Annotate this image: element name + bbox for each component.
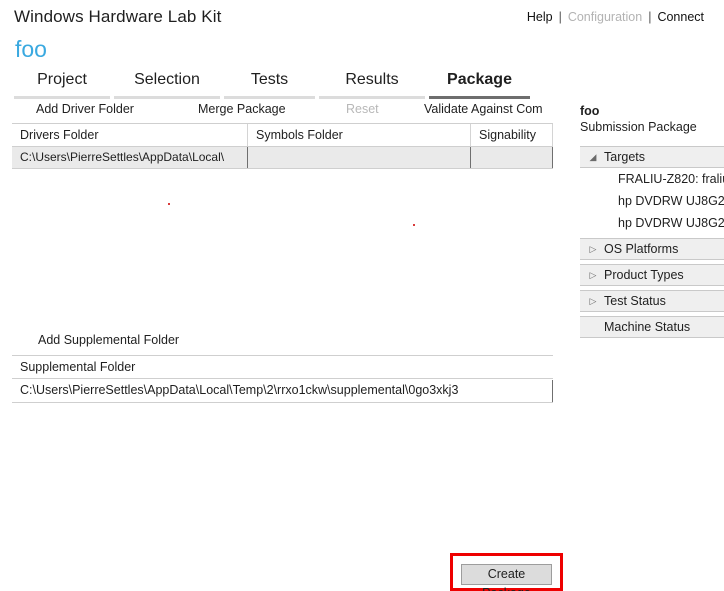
drivers-grid-header: Drivers Folder Symbols Folder Signabilit… bbox=[12, 123, 553, 147]
panel-subtitle: Submission Package bbox=[580, 120, 697, 134]
list-item[interactable]: hp DVDRW UJ8G2A bbox=[580, 190, 724, 212]
supplemental-grid-header: Supplemental Folder bbox=[12, 355, 553, 379]
chevron-right-icon: ▷ bbox=[589, 296, 597, 306]
package-command-bar: Add Driver Folder Merge Package Reset Va… bbox=[12, 100, 557, 120]
add-supplemental-folder-command[interactable]: Add Supplemental Folder bbox=[38, 333, 179, 347]
project-name-heading: foo bbox=[15, 36, 47, 62]
panel-section-machine-status-label: Machine Status bbox=[604, 320, 691, 334]
chevron-right-icon: ▷ bbox=[589, 270, 597, 280]
panel-section-os-platforms[interactable]: ▷ OS Platforms bbox=[580, 238, 724, 260]
annotation-dot-1 bbox=[168, 203, 170, 205]
annotation-dot-2 bbox=[413, 224, 415, 226]
cell-signability[interactable] bbox=[471, 147, 553, 168]
connect-link[interactable]: Connect bbox=[657, 10, 704, 24]
configuration-link: Configuration bbox=[567, 10, 643, 24]
validate-against-command[interactable]: Validate Against Com bbox=[424, 100, 543, 118]
create-package-highlight-box: Create Package bbox=[450, 553, 563, 591]
column-header-signability[interactable]: Signability bbox=[471, 124, 553, 146]
table-row[interactable]: C:\Users\PierreSettles\AppData\Local\ bbox=[12, 147, 553, 169]
tab-selection[interactable]: Selection bbox=[112, 70, 222, 99]
cell-drivers-folder[interactable]: C:\Users\PierreSettles\AppData\Local\ bbox=[12, 147, 248, 168]
drivers-folder-grid: Drivers Folder Symbols Folder Signabilit… bbox=[12, 123, 553, 169]
chevron-down-icon: ◢ bbox=[589, 152, 597, 162]
tab-project[interactable]: Project bbox=[12, 70, 112, 99]
panel-section-product-types[interactable]: ▷ Product Types bbox=[580, 264, 724, 286]
chevron-right-icon: ▷ bbox=[589, 244, 597, 254]
top-nav-links: Help | Configuration | Connect bbox=[527, 10, 704, 24]
app-title: Windows Hardware Lab Kit bbox=[14, 7, 222, 26]
help-link[interactable]: Help bbox=[527, 10, 553, 24]
column-header-symbols-folder[interactable]: Symbols Folder bbox=[248, 124, 471, 146]
panel-section-machine-status[interactable]: Machine Status bbox=[580, 316, 724, 338]
list-item[interactable]: hp DVDRW UJ8G2A bbox=[580, 212, 724, 234]
tab-package[interactable]: Package bbox=[427, 70, 532, 99]
list-item[interactable]: FRALIU-Z820: fraliu: bbox=[580, 168, 724, 190]
title-bar: Windows Hardware Lab Kit Help | Configur… bbox=[0, 0, 724, 34]
tab-selection-label: Selection bbox=[134, 71, 200, 88]
panel-section-targets-children: FRALIU-Z820: fraliu: hp DVDRW UJ8G2A hp … bbox=[580, 168, 724, 234]
supplemental-folder-grid: Supplemental Folder C:\Users\PierreSettl… bbox=[12, 355, 553, 403]
column-header-drivers-folder[interactable]: Drivers Folder bbox=[12, 124, 248, 146]
panel-section-targets[interactable]: ◢ Targets bbox=[580, 146, 724, 168]
panel-sections: ◢ Targets FRALIU-Z820: fraliu: hp DVDRW … bbox=[580, 146, 724, 338]
panel-section-test-status-label: Test Status bbox=[604, 294, 666, 308]
link-separator-1: | bbox=[558, 10, 562, 24]
tab-bar: Project Selection Tests Results Package bbox=[12, 70, 557, 99]
application-window: Windows Hardware Lab Kit Help | Configur… bbox=[0, 0, 724, 591]
panel-section-targets-label: Targets bbox=[604, 150, 645, 164]
panel-section-test-status[interactable]: ▷ Test Status bbox=[580, 290, 724, 312]
tab-results[interactable]: Results bbox=[317, 70, 427, 99]
tab-package-label: Package bbox=[447, 71, 512, 88]
tab-project-label: Project bbox=[37, 71, 87, 88]
reset-command: Reset bbox=[346, 102, 379, 116]
tab-tests-label: Tests bbox=[250, 71, 289, 88]
tab-tests[interactable]: Tests bbox=[222, 70, 317, 99]
row-edge-divider bbox=[552, 380, 553, 402]
panel-section-os-platforms-label: OS Platforms bbox=[604, 242, 679, 256]
cell-supplemental-path[interactable]: C:\Users\PierreSettles\AppData\Local\Tem… bbox=[12, 379, 553, 402]
merge-package-command[interactable]: Merge Package bbox=[198, 100, 286, 118]
create-package-button[interactable]: Create Package bbox=[461, 564, 552, 591]
link-separator-2: | bbox=[648, 10, 652, 24]
cell-symbols-folder[interactable] bbox=[248, 147, 471, 168]
tab-results-label: Results bbox=[345, 71, 399, 88]
column-header-supplemental-folder[interactable]: Supplemental Folder bbox=[12, 356, 553, 379]
panel-title: foo bbox=[580, 104, 600, 118]
add-driver-folder-command[interactable]: Add Driver Folder bbox=[36, 100, 134, 118]
list-item[interactable]: C:\Users\PierreSettles\AppData\Local\Tem… bbox=[12, 379, 553, 403]
panel-section-product-types-label: Product Types bbox=[604, 268, 684, 282]
